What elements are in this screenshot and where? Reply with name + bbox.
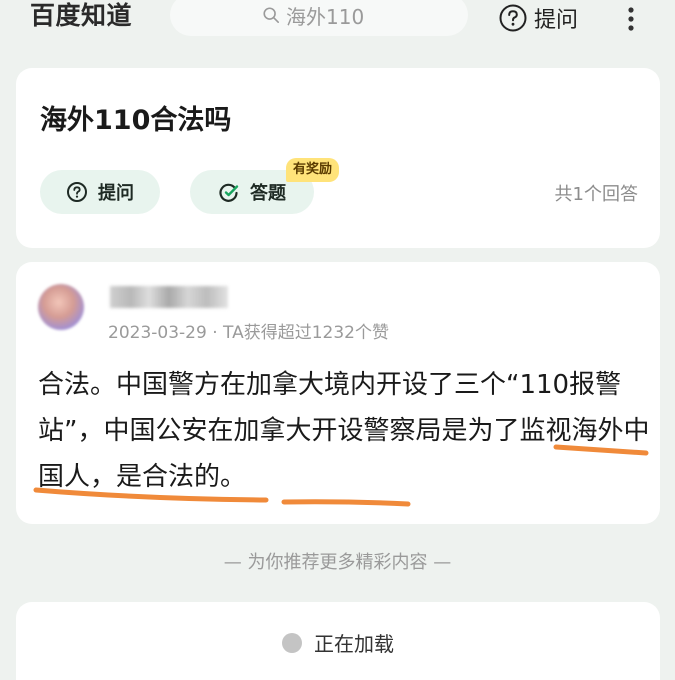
edit-check-icon (219, 183, 239, 202)
recommend-divider: — 为你推荐更多精彩内容 — (223, 552, 452, 573)
answer-button-label: 答题 (250, 183, 286, 204)
loading-indicator: 正在加载 (16, 628, 660, 657)
question-circle-icon (67, 182, 87, 202)
more-vertical-icon[interactable] (619, 4, 643, 34)
ask-button-label: 提问 (98, 183, 134, 204)
question-card: 海外110合法吗 提问 答题 有奖励 共1个回答 (16, 68, 660, 248)
search-bar[interactable]: 海外110 (170, 0, 468, 36)
reward-badge: 有奖励 (286, 158, 340, 182)
app-logo[interactable]: 百度知道 (30, 0, 132, 32)
answer-body: 合法。中国警方在加拿大境内开设了三个“110报警站”，中国公安在加拿大开设警察局… (38, 370, 650, 492)
loading-label: 正在加载 (314, 632, 394, 656)
username-blurred[interactable] (110, 286, 228, 308)
likes-text: TA获得超过1232个赞 (223, 323, 389, 343)
answer-date: 2023-03-29 (108, 323, 207, 343)
question-icon (499, 4, 527, 32)
underline-mark-3 (281, 499, 411, 507)
avatar[interactable] (38, 284, 84, 330)
loading-spinner-icon (282, 632, 302, 653)
search-icon (263, 7, 280, 24)
answer-card: 2023-03-29 · TA获得超过1232个赞 合法。中国警方在加拿大境内开… (16, 262, 660, 524)
answer-count: 共1个回答 (554, 184, 638, 205)
meta-separator: · (212, 323, 218, 343)
loading-card: 正在加载 (16, 602, 660, 680)
ask-question-label: 提问 (534, 8, 579, 33)
page: 百度知道 海外110 提问 海外110合法吗 提问 答题 有奖励 共1个回答 2… (0, 0, 675, 680)
ask-question-button[interactable]: 提问 (498, 2, 578, 34)
search-query: 海外110 (286, 4, 365, 29)
question-title: 海外110合法吗 (40, 105, 232, 136)
answer-meta: 2023-03-29 · TA获得超过1232个赞 (108, 318, 389, 343)
top-bar: 百度知道 海外110 提问 (0, 0, 675, 40)
ask-button[interactable]: 提问 (40, 170, 160, 214)
